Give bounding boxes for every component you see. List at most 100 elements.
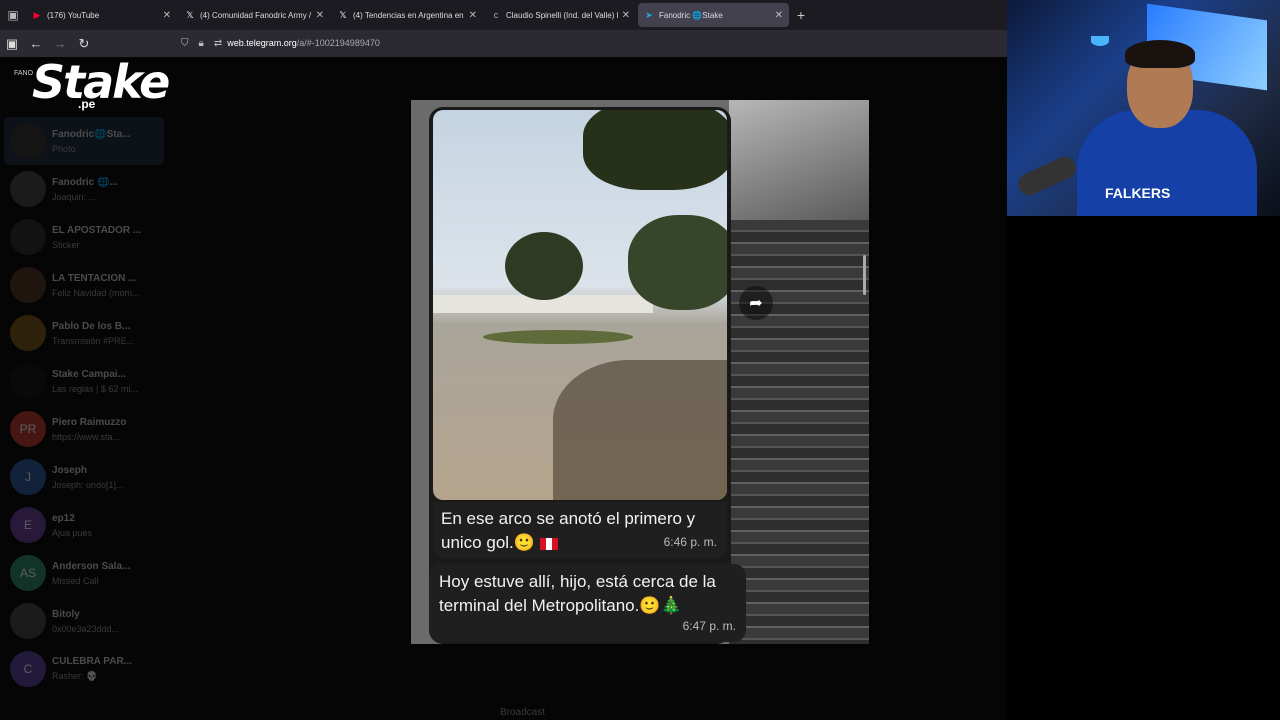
browser-tab[interactable]: ▶ (176) YouTube ✕ [26, 3, 177, 27]
chat-name: Fanodric🌐Sta... [52, 128, 131, 140]
x-icon: 𝕏 [339, 9, 347, 20]
avatar [10, 603, 46, 639]
tab-title: (4) Comunidad Fanodric Army / [200, 10, 312, 20]
chat-name: CULEBRA PAR... [52, 656, 132, 667]
avatar: PR [10, 411, 46, 447]
back-button[interactable]: ← [24, 36, 48, 51]
new-tab-button[interactable]: + [791, 7, 811, 23]
chat-list-item[interactable]: AS Anderson Sala... Missed Call [0, 549, 168, 597]
forward-button[interactable]: → [48, 36, 72, 51]
chat-list-item[interactable]: Stake Campai... Las reglas | $ 62 mi... [0, 357, 168, 405]
message-text: Hoy estuve allí, hijo, está cerca de la … [439, 572, 716, 615]
chat-name: ep12 [52, 512, 75, 524]
avatar [10, 363, 46, 399]
x-icon: 𝕏 [186, 9, 194, 20]
chat-preview: Feliz Navidad (mom... [52, 287, 140, 298]
chat-name: Bitoly [52, 608, 80, 620]
chat-preview: Sticker [52, 239, 80, 250]
message-text: En ese arco se anotó el primero y unico … [441, 509, 696, 552]
stone-top-image [729, 100, 869, 220]
chat-list-item[interactable]: Fanodric 🌐... Joaquin: ... [0, 165, 168, 213]
avatar: J [10, 459, 46, 495]
chat-list-item[interactable]: EL APOSTADOR ... Sticker [0, 213, 168, 261]
peru-flag-icon [539, 537, 558, 550]
chat-name: Piero Raimuzzo [52, 416, 127, 428]
close-tab-icon[interactable]: ✕ [622, 10, 630, 21]
chat-preview: Rasher: 💀 [52, 671, 98, 681]
stake-logo-text: Stake [32, 55, 170, 109]
browser-tab[interactable]: 𝕏 (4) Tendencias en Argentina en ✕ [332, 3, 483, 27]
close-tab-icon[interactable]: ✕ [163, 10, 171, 21]
chat-preview: Joseph: undo[1]... [52, 479, 124, 490]
message-bubble: En ese arco se anotó el primero y unico … [433, 502, 727, 558]
message-time: 6:47 p. m. [682, 619, 736, 633]
avatar [10, 171, 46, 207]
field-photo [433, 110, 727, 500]
avatar: C [10, 651, 46, 687]
avatar [10, 219, 46, 255]
close-tab-icon[interactable]: ✕ [775, 10, 783, 21]
chat-list-item[interactable]: C CULEBRA PAR... Rasher: 💀 [0, 645, 168, 693]
photo-tree [505, 232, 583, 300]
avatar [10, 267, 46, 303]
chat-preview: Photo [52, 143, 76, 154]
lock-icon[interactable]: 🔒︎ [199, 38, 204, 49]
chat-list-item[interactable]: Eep12 Ajua pues [0, 501, 168, 549]
avatar [10, 123, 46, 159]
chat-list-item[interactable]: Fanodric🌐Sta... Photo [4, 117, 164, 165]
avatar: AS [10, 555, 46, 591]
chat-list-item[interactable]: LA TENTACION ... Feliz Navidad (mom... [0, 261, 168, 309]
chat-name: Fanodric 🌐... [52, 176, 118, 188]
stake-logo: Stake .pe [28, 55, 170, 115]
chat-name: Joseph [52, 464, 88, 476]
chat-preview: Missed Call [52, 575, 99, 586]
url-bar[interactable]: ⛉ 🔒︎ ⇄ web.telegram.org/a/#-100219498947… [176, 32, 1006, 54]
close-tab-icon[interactable]: ✕ [316, 10, 324, 21]
page-icon: c [493, 10, 499, 20]
chat-preview: 0x00e3a23ddd... [52, 623, 120, 634]
tab-title: Claudio Spinelli (Ind. del Valle) E [506, 10, 618, 20]
browser-tab[interactable]: 𝕏 (4) Comunidad Fanodric Army / ✕ [179, 3, 330, 27]
chat-preview: Joaquin: ... [52, 191, 97, 202]
photo-tree [628, 215, 727, 310]
photo-shadow [553, 360, 727, 500]
avatar: E [10, 507, 46, 543]
forward-icon[interactable]: ➦ [739, 286, 773, 320]
chat-name: Stake Campai... [52, 368, 126, 380]
shirt-text: FALKERS [1105, 185, 1171, 201]
shield-icon[interactable]: ⛉ [181, 38, 189, 49]
chat-preview: Las reglas | $ 62 mi... [52, 383, 138, 394]
media-viewer[interactable]: En ese arco se anotó el primero y unico … [411, 100, 869, 644]
lamp [1091, 36, 1109, 46]
message-bubble: Hoy estuve allí, hijo, está cerca de la … [429, 564, 746, 642]
permissions-icon[interactable]: ⇄ [214, 38, 222, 49]
chat-name: Anderson Sala... [52, 560, 131, 572]
tab-title: (176) YouTube [47, 10, 100, 20]
streamer-hair [1125, 40, 1195, 68]
chat-list-item[interactable]: Bitoly 0x00e3a23ddd... [0, 597, 168, 645]
close-tab-icon[interactable]: ✕ [469, 10, 477, 21]
photo-tree [583, 110, 727, 190]
url-path: /a/#-1002194989470 [296, 38, 380, 48]
microphone [1015, 153, 1079, 199]
chat-name: EL APOSTADOR ... [52, 224, 142, 236]
tab-title: Fanodric 🌐Stake [659, 10, 723, 20]
avatar [10, 315, 46, 351]
browser-tab[interactable]: ➤ Fanodric 🌐Stake ✕ [638, 3, 789, 27]
telegram-icon: ➤ [645, 9, 653, 20]
reload-button[interactable]: ↻ [72, 36, 96, 52]
chat-list-item[interactable]: J Joseph Joseph: undo[1]... [0, 453, 168, 501]
chat-list-item[interactable]: PR Piero Raimuzzo https://www.sta... [0, 405, 168, 453]
url-host: web.telegram.org [227, 38, 297, 48]
photo-grass [483, 330, 633, 344]
stake-logo-suffix: .pe [78, 97, 96, 111]
chat-list-item[interactable]: Pablo De los B... Transmisión #PRE... [0, 309, 168, 357]
chat-list: Fanodric🌐Sta... Photo Fanodric 🌐... Joaquin… [0, 57, 168, 720]
composer-input[interactable]: Broadcast [500, 707, 545, 718]
chat-preview: https://www.sta... [52, 431, 121, 442]
tab-list-icon[interactable]: ▣ [0, 0, 26, 30]
browser-tab-bar: ▣ ▶ (176) YouTube ✕ 𝕏 (4) Comunidad Fanodric… [0, 0, 1007, 30]
scrollbar[interactable] [863, 255, 866, 295]
browser-tab[interactable]: c Claudio Spinelli (Ind. del Valle) E ✕ [485, 3, 636, 27]
sidebar-toggle-icon[interactable]: ▣ [0, 36, 24, 52]
